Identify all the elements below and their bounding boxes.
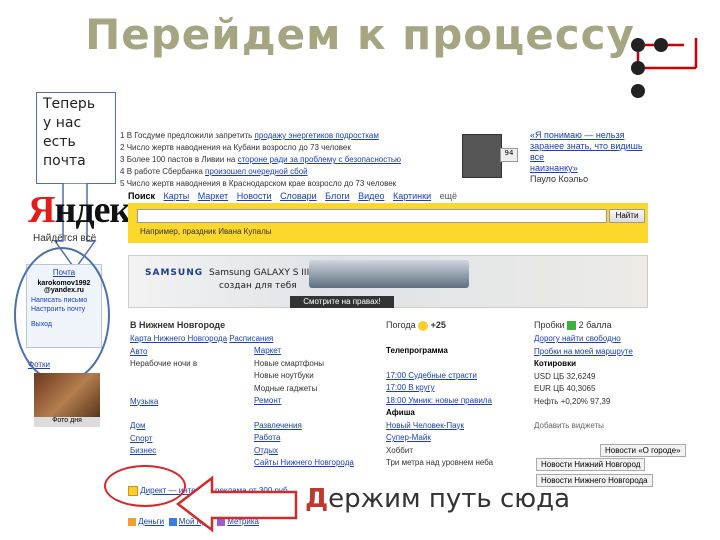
photo-caption: Фото дня — [34, 417, 100, 427]
nav-item[interactable]: Картинки — [393, 191, 431, 201]
slide-caption: Держим путь сюда — [305, 484, 570, 514]
callout-line: есть — [43, 134, 76, 150]
business-link[interactable]: Бизнес — [130, 445, 273, 458]
quote-usd[interactable]: USD ЦБ 32,6249 — [534, 371, 633, 384]
caption-text: ержим путь сюда — [328, 484, 571, 514]
nav-item[interactable]: Видео — [358, 191, 384, 201]
poster-heading[interactable]: Афиша — [386, 407, 493, 420]
market-item[interactable]: Новые ноутбуки — [254, 370, 354, 383]
quotes-heading[interactable]: Котировки — [534, 358, 633, 371]
quote-eur[interactable]: EUR ЦБ 40,3065 — [534, 383, 633, 396]
callout-box: Теперь у нас есть почта — [36, 92, 116, 184]
film-item[interactable]: Новый Человек-Паук — [386, 420, 493, 433]
auto-link[interactable]: Авто — [130, 346, 273, 359]
column-market: Маркет Новые смартфоны Новые ноутбуки Мо… — [254, 345, 354, 470]
money-link[interactable]: Деньги — [138, 517, 164, 526]
traffic-widget[interactable]: Пробки 2 балла — [534, 320, 612, 331]
news-item[interactable]: 1 В Госдуме предложили запретить продажу… — [120, 131, 379, 140]
film-item[interactable]: Три метра над уровнем неба — [386, 457, 493, 470]
banner-tagline: создан для тебя — [219, 281, 297, 291]
market-link[interactable]: Маркет — [254, 345, 354, 358]
region-city[interactable]: В Нижнем Новгороде — [130, 320, 225, 330]
sun-icon — [418, 320, 429, 331]
highlight-circle — [14, 247, 110, 383]
nav-more[interactable]: ещё — [440, 191, 457, 201]
portrait-badge: 94 — [500, 148, 518, 162]
callout-line: почта — [43, 153, 86, 169]
banner-phone-image — [309, 260, 469, 288]
left-arrow-icon — [176, 475, 298, 533]
quote-line[interactable]: заранее знать, что видишь все — [530, 141, 656, 163]
jobs-link[interactable]: Работа — [254, 432, 354, 445]
search-hint[interactable]: Например, праздник Ивана Купалы — [140, 227, 272, 236]
weather-widget[interactable]: Погода +25 — [386, 320, 446, 331]
tv-item[interactable]: 17:00 Судебные страсти — [386, 370, 493, 383]
nav-item[interactable]: Новости — [237, 191, 272, 201]
film-item[interactable]: Хоббит — [386, 445, 493, 458]
quote-author: Пауло Коэльо — [530, 174, 589, 184]
search-input[interactable] — [137, 209, 607, 223]
weather-label: Погода — [386, 320, 416, 330]
tv-item[interactable]: 18:00 Умник: новые правила — [386, 395, 493, 408]
news-item[interactable]: 5 Число жертв наводнения в Краснодарском… — [120, 179, 396, 188]
nav-item-search[interactable]: Поиск — [128, 191, 155, 201]
caption-initial: Д — [305, 484, 329, 514]
quote-line[interactable]: «Я понимаю — нельзя — [530, 130, 656, 141]
nav-item[interactable]: Карты — [164, 191, 190, 201]
sport-link[interactable]: Спорт — [130, 433, 273, 446]
portrait-image — [462, 134, 502, 178]
news-item[interactable]: 2 Число жертв наводнения на Кубани возро… — [120, 143, 351, 152]
highlight-ellipse — [104, 465, 186, 507]
quote-line[interactable]: наизнанку» — [530, 163, 656, 174]
callout-line: Теперь — [43, 96, 96, 112]
tv-item[interactable]: 17:00 В кругу — [386, 382, 493, 395]
repair-link[interactable]: Ремонт — [254, 395, 354, 408]
entertainment-link[interactable]: Развлечения — [254, 420, 354, 433]
quote-block: «Я понимаю — нельзя заранее знать, что в… — [530, 130, 656, 185]
nav-item[interactable]: Словари — [280, 191, 317, 201]
weather-temp: +25 — [430, 320, 446, 330]
traffic-score: 2 балла — [578, 320, 612, 330]
money-icon — [128, 517, 136, 526]
nav-item[interactable]: Маркет — [198, 191, 228, 201]
widgets-title[interactable]: Добавить виджеты — [534, 420, 633, 433]
widget-badge[interactable]: Новости «О городе» — [600, 444, 686, 457]
nav-item[interactable]: Блоги — [325, 191, 349, 201]
banner-product: Samsung GALAXY S III — [209, 268, 310, 278]
widget-badge[interactable]: Новости Нижний Новгород — [536, 458, 646, 471]
column-tv: Телепрограмма 17:00 Судебные страсти 17:… — [386, 345, 493, 470]
film-item[interactable]: Супер-Майк — [386, 432, 493, 445]
callout-line: у нас — [43, 115, 82, 131]
slogan: Найдётся всё — [33, 233, 97, 244]
tv-heading[interactable]: Телепрограмма — [386, 345, 493, 358]
quote-oil[interactable]: Нефть +0,20% 97,39 — [534, 396, 633, 409]
decor-dots-icon — [631, 38, 698, 98]
route-link[interactable]: Дорогу найти свободно — [534, 333, 633, 346]
my-route-link[interactable]: Пробки на моей маршруте — [534, 346, 633, 359]
region-header: В Нижнем Новгороде — [130, 320, 225, 330]
service-nav: Поиск Карты Маркет Новости Словари Блоги… — [128, 191, 463, 201]
banner-brand: SAMSUNG — [145, 268, 204, 278]
city-sites-link[interactable]: Сайты Нижнего Новгорода — [254, 457, 354, 470]
column-city: Карта Нижнего Новгорода Расписания Авто … — [130, 333, 273, 458]
column-traffic-quotes: Дорогу найти свободно Пробки на моей мар… — [534, 333, 633, 433]
home-link[interactable]: Дом — [130, 420, 273, 433]
market-item[interactable]: Новые смартфоны — [254, 358, 354, 371]
col1-text: Нерабочие ночи в — [130, 359, 198, 368]
traffic-label: Пробки — [534, 320, 565, 330]
traffic-icon — [567, 321, 577, 331]
search-button[interactable]: Найти — [609, 209, 645, 223]
banner-strip[interactable]: Смотрите на правах! — [290, 296, 394, 308]
rest-link[interactable]: Отдых — [254, 445, 354, 458]
market-item[interactable]: Модные гаджеты — [254, 383, 354, 396]
news-item[interactable]: 4 В работе Сбербанка произошел очередной… — [120, 167, 308, 176]
news-item[interactable]: 3 Более 100 пастов в Ливии на стороне ра… — [120, 155, 401, 164]
schedule-link[interactable]: Расписания — [229, 334, 273, 343]
music-link[interactable]: Музыка — [130, 396, 273, 409]
city-map-link[interactable]: Карта Нижнего Новгорода — [130, 334, 227, 343]
